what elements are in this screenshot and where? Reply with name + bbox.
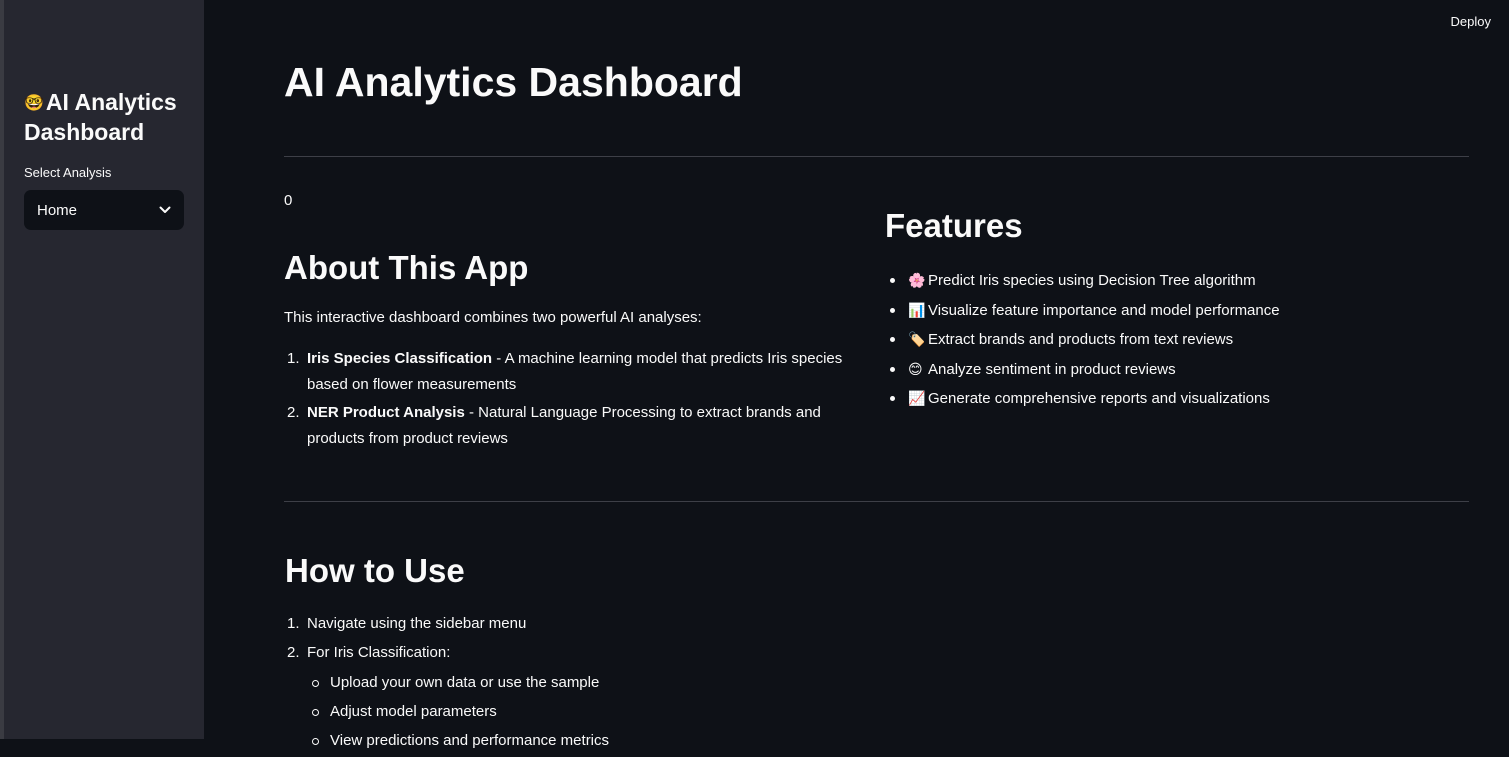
divider-top (284, 156, 1469, 157)
about-list: 1. Iris Species Classification - A machin… (284, 346, 869, 454)
how-to-heading: How to Use (285, 552, 465, 589)
page-title: AI Analytics Dashboard (284, 59, 743, 105)
feature-text: Generate comprehensive reports and visua… (928, 390, 1270, 408)
smiling-face-icon: 😊 (908, 360, 923, 377)
about-list-item: 2. NER Product Analysis - Natural Languag… (284, 400, 869, 452)
iris-steps-list: Upload your own data or use the sample A… (284, 670, 984, 757)
features-list: 🌸 Predict Iris species using Decision Tre… (885, 267, 1445, 415)
select-analysis-label: Select Analysis (24, 165, 112, 180)
cherry-blossom-icon: 🌸 (908, 272, 926, 288)
deploy-button[interactable]: Deploy (1451, 14, 1491, 29)
feature-item: 🏷️ Extract brands and products from text … (885, 326, 1445, 356)
chevron-down-icon (159, 206, 171, 213)
iris-step-item: View predictions and performance metrics (284, 728, 984, 757)
list-number: 2. (287, 404, 300, 421)
feature-text: Analyze sentiment in product reviews (928, 360, 1176, 378)
about-intro: This interactive dashboard combines two … (284, 309, 702, 326)
feature-text: Visualize feature importance and model p… (928, 301, 1280, 319)
how-to-text: Navigate using the sidebar menu (307, 615, 527, 632)
feature-item: 📊 Visualize feature importance and model … (885, 297, 1445, 327)
bar-chart-icon: 📊 (908, 301, 926, 318)
how-to-item: 1. Navigate using the sidebar menu (284, 611, 984, 637)
about-heading: About This App (284, 249, 529, 286)
how-to-item: 2. For Iris Classification: (284, 640, 984, 666)
list-number: 2. (287, 644, 300, 661)
sidebar: 🤓AI Analytics Dashboard Select Analysis … (4, 0, 204, 739)
nerd-face-icon: 🤓 (24, 95, 44, 112)
how-to-text: For Iris Classification: (307, 644, 451, 661)
list-number: 1. (287, 350, 300, 367)
iris-step-item: Upload your own data or use the sample (284, 670, 984, 699)
feature-item: 📈 Generate comprehensive reports and visu… (885, 385, 1445, 415)
features-heading: Features (885, 207, 1023, 244)
label-tag-icon: 🏷️ (908, 331, 926, 348)
sidebar-title: 🤓AI Analytics Dashboard (24, 88, 194, 147)
item-title: NER Product Analysis (307, 404, 465, 421)
feature-text: Extract brands and products from text re… (928, 331, 1234, 349)
feature-item: 😊 Analyze sentiment in product reviews (885, 356, 1445, 386)
about-list-item: 1. Iris Species Classification - A machin… (284, 346, 869, 398)
sidebar-title-text: AI Analytics Dashboard (24, 89, 177, 145)
iris-step-item: Adjust model parameters (284, 699, 984, 728)
list-number: 1. (287, 615, 300, 632)
how-to-list: 1. Navigate using the sidebar menu 2. For … (284, 611, 984, 669)
divider-middle (284, 501, 1469, 502)
chart-increasing-icon: 📈 (908, 390, 926, 407)
analysis-select-value: Home (37, 201, 78, 219)
item-title: Iris Species Classification (307, 350, 493, 367)
analysis-select[interactable]: Home (24, 190, 184, 230)
feature-text: Predict Iris species using Decision Tree… (928, 272, 1256, 289)
feature-item: 🌸 Predict Iris species using Decision Tre… (885, 267, 1445, 297)
counter-text: 0 (284, 192, 293, 209)
